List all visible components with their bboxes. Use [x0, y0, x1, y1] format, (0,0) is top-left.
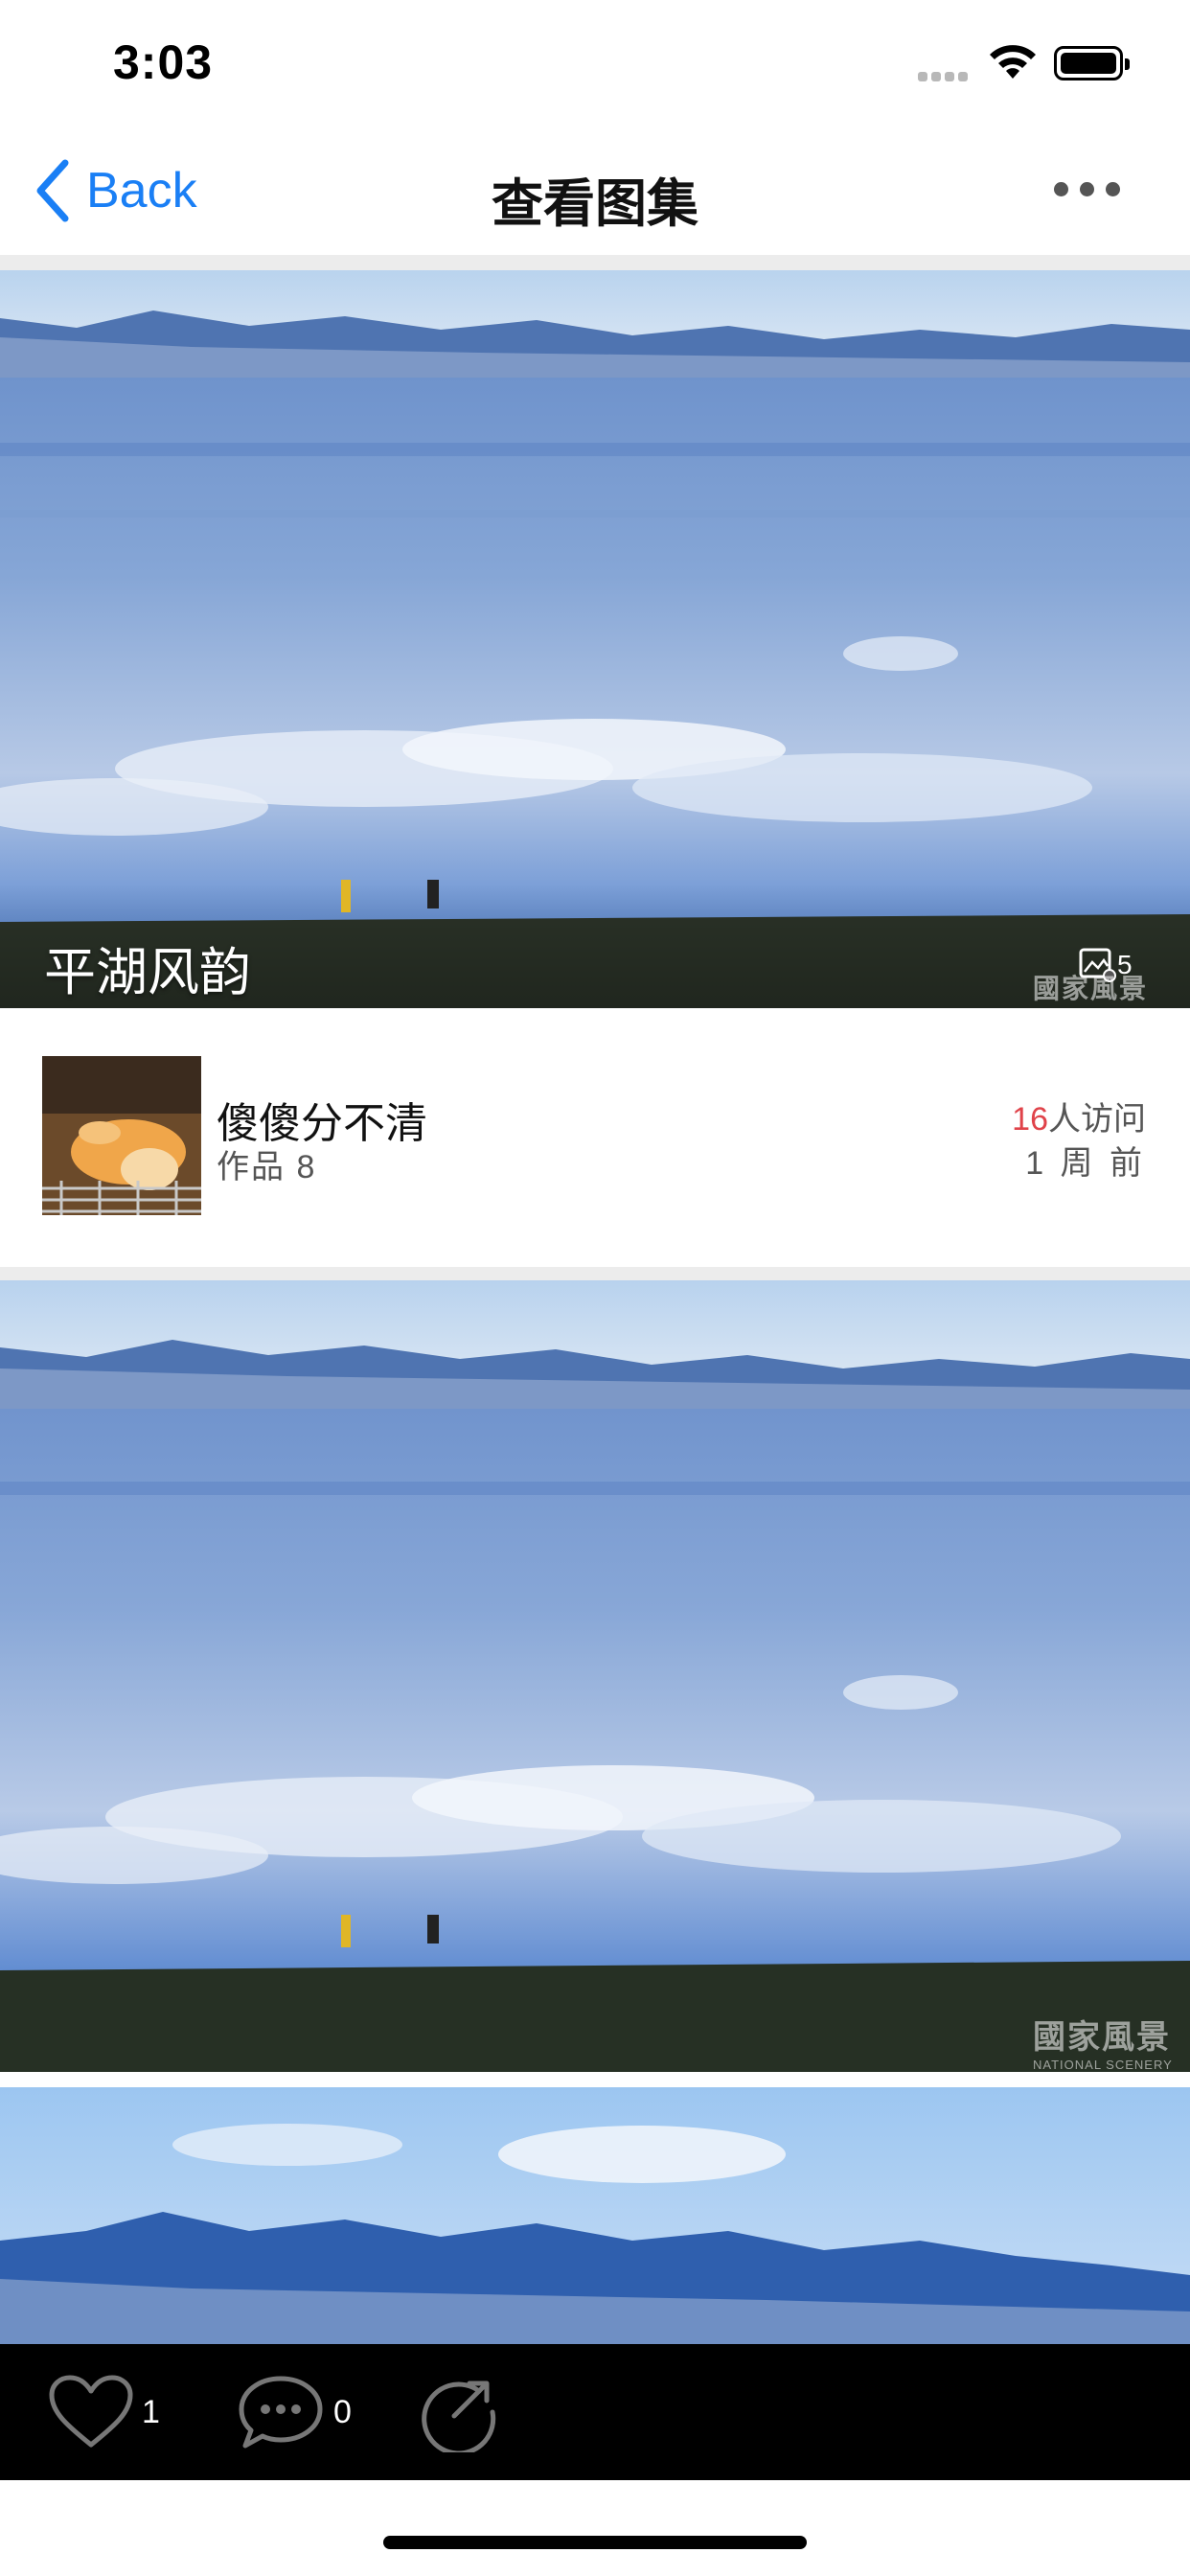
signal-icon — [918, 69, 975, 81]
like-button[interactable]: 1 — [48, 2371, 160, 2453]
comment-icon — [239, 2376, 323, 2449]
watermark-subtitle: NATIONAL SCENERY — [1033, 2058, 1173, 2072]
heart-icon — [49, 2375, 133, 2448]
visit-count-suffix: 人访问 — [1048, 1101, 1146, 1138]
like-count: 1 — [142, 2393, 160, 2430]
comment-button[interactable]: 0 — [236, 2371, 352, 2453]
nav-bar: Back 查看图集 — [0, 134, 1190, 255]
watermark-text: 國家風景 NATIONAL SCENERY — [1033, 2011, 1173, 2072]
divider — [0, 1267, 1190, 1280]
share-icon — [422, 2380, 496, 2452]
visit-count: 16人访问 — [1012, 1092, 1146, 1139]
divider — [0, 2072, 1190, 2087]
bottom-toolbar: 1 0 — [0, 2344, 1190, 2480]
comment-count: 0 — [333, 2393, 352, 2430]
home-indicator[interactable] — [383, 2536, 807, 2549]
divider — [0, 255, 1190, 270]
watermark-title: 國家風景 — [1033, 2018, 1171, 2057]
cover-photo[interactable]: 平湖风韵 5 國家風景 — [0, 270, 1190, 1008]
status-time: 3:03 — [113, 35, 214, 89]
wifi-icon — [990, 45, 1036, 79]
album-title: 平湖风韵 — [44, 944, 251, 1001]
share-button[interactable] — [418, 2371, 498, 2453]
gallery-photo[interactable]: 國家風景 NATIONAL SCENERY — [0, 1280, 1190, 2072]
avatar[interactable] — [42, 1056, 201, 1215]
author-works-count: 作品 8 — [217, 1149, 317, 1185]
lake-photo-image — [0, 1280, 1190, 2072]
page-title: 查看图集 — [492, 175, 698, 233]
status-bar: 3:03 — [0, 0, 1190, 134]
cat-avatar-image — [42, 1056, 201, 1215]
author-row[interactable]: 傻傻分不清 作品 8 16人访问 1 周 前 — [0, 1008, 1190, 1267]
battery-icon — [1054, 46, 1130, 80]
watermark-text: 國家風景 — [1033, 973, 1149, 1004]
gallery-photo[interactable] — [0, 2087, 1190, 2344]
visit-count-number: 16 — [1012, 1101, 1048, 1138]
post-time: 1 周 前 — [1025, 1145, 1146, 1182]
more-options-button[interactable] — [1054, 182, 1134, 205]
lake-photo-image — [0, 270, 1190, 1008]
more-dot-icon — [1080, 182, 1094, 196]
more-dot-icon — [1106, 182, 1120, 196]
more-dot-icon — [1054, 182, 1068, 196]
lake-photo-image — [0, 2087, 1190, 2344]
